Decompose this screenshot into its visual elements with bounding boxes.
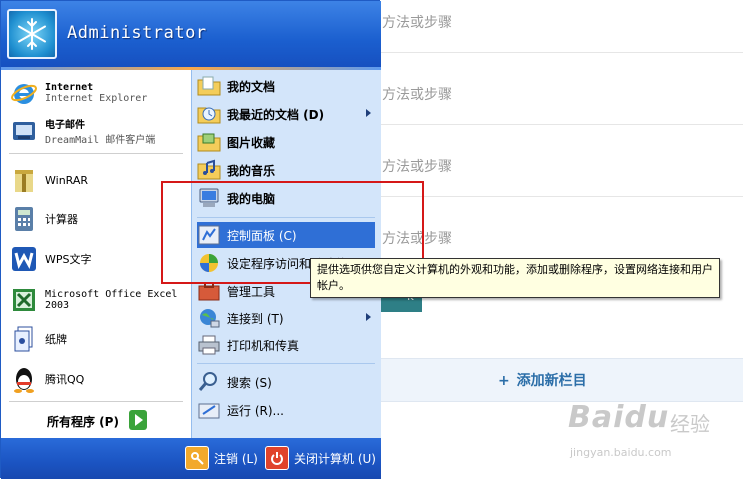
pinned-item-title: 电子邮件 [45, 120, 85, 131]
place-label: 图片收藏 [227, 135, 276, 150]
documents-folder-icon [197, 74, 221, 98]
recent-item-label: WinRAR [45, 173, 89, 187]
recent-documents-icon [197, 102, 221, 126]
pinned-separator [9, 153, 183, 154]
start-menu-footer: 注销 (L) 关闭计算机 (U) [1, 438, 381, 479]
pinned-item-subtitle: Internet Explorer [45, 93, 148, 104]
watermark-cn-text: 经验 [670, 412, 710, 436]
start-menu-header: Administrator [1, 1, 381, 67]
system-printers[interactable]: 打印机和传真 [197, 332, 375, 358]
run-icon [197, 398, 221, 422]
green-arrow-icon [129, 410, 147, 430]
qq-icon [9, 364, 39, 394]
recent-item-winrar[interactable]: WinRAR [9, 162, 88, 198]
add-section-button[interactable]: + 添加新栏目 [498, 370, 587, 390]
action-label: 搜索 (S) [227, 375, 272, 390]
all-programs-button[interactable]: 所有程序 (P) [47, 413, 119, 430]
avatar[interactable] [7, 9, 57, 59]
system-label: 连接到 (T) [227, 311, 284, 326]
winrar-icon [9, 165, 39, 195]
action-label: 运行 (R)... [227, 403, 284, 418]
system-label: 管理工具 [227, 284, 276, 299]
recent-item-qq[interactable]: 腾讯QQ [9, 361, 84, 397]
pinned-item-email[interactable]: 电子邮件 DreamMail 邮件客户端 [9, 113, 155, 149]
baidu-watermark: Baidu 经验 jingyan.baidu.com [568, 398, 740, 468]
email-icon [9, 116, 39, 146]
place-music[interactable]: 我的音乐 [197, 157, 375, 183]
shutdown-button[interactable]: 关闭计算机 (U) [265, 446, 376, 470]
snowflake-icon [18, 18, 46, 50]
add-section-bar[interactable]: + 添加新栏目 [380, 358, 743, 402]
search-icon [197, 370, 221, 394]
shutdown-label: 关闭计算机 (U) [294, 451, 376, 466]
user-name: Administrator [67, 23, 207, 43]
recent-item-label: 计算器 [45, 213, 78, 226]
add-section-label: 添加新栏目 [516, 373, 587, 389]
wps-icon [9, 244, 39, 274]
submenu-arrow-icon [366, 313, 371, 321]
recent-item-label: WPS文字 [45, 253, 92, 266]
step-heading: 方法或步骤 [382, 87, 452, 103]
system-connect-to[interactable]: 连接到 (T) [197, 305, 375, 331]
logoff-button[interactable]: 注销 (L) [185, 446, 258, 470]
step-heading: 方法或步骤 [382, 15, 452, 31]
connect-to-icon [197, 306, 221, 330]
submenu-arrow-icon [366, 109, 371, 117]
divider [380, 124, 743, 125]
place-label: 我的文档 [227, 79, 276, 94]
action-search[interactable]: 搜索 (S) [197, 369, 375, 395]
action-run[interactable]: 运行 (R)... [197, 397, 375, 423]
recent-item-label: Microsoft Office Excel 2003 [45, 289, 178, 311]
internet-explorer-icon [9, 78, 39, 108]
step-heading: 方法或步骤 [382, 159, 452, 175]
place-label: 我的音乐 [227, 163, 276, 178]
place-my-documents[interactable]: 我的文档 [197, 73, 375, 99]
recent-item-label: 腾讯QQ [45, 373, 85, 386]
power-icon [265, 446, 289, 470]
all-programs-separator [9, 401, 183, 402]
pinned-item-subtitle: DreamMail 邮件客户端 [45, 135, 156, 146]
pinned-item-title: Internet [45, 82, 94, 93]
place-label: 我最近的文档 (D) [227, 107, 325, 122]
pinned-item-internet[interactable]: Internet Internet Explorer [9, 75, 147, 111]
recent-item-wps[interactable]: WPS文字 [9, 241, 92, 277]
watermark-logo-text: Baidu [568, 400, 670, 435]
logoff-label: 注销 (L) [214, 451, 258, 466]
place-recent-documents[interactable]: 我最近的文档 (D) [197, 101, 375, 127]
printer-icon [197, 333, 221, 357]
key-icon [185, 446, 209, 470]
place-pictures[interactable]: 图片收藏 [197, 129, 375, 155]
system-label: 打印机和传真 [227, 338, 300, 353]
recent-item-solitaire[interactable]: 纸牌 [9, 321, 67, 357]
recent-item-excel[interactable]: Microsoft Office Excel 2003 [9, 282, 187, 318]
watermark-url: jingyan.baidu.com [570, 446, 672, 459]
actions-separator [197, 363, 375, 364]
recent-item-label: 纸牌 [45, 333, 67, 346]
control-panel-tooltip: 提供选项供您自定义计算机的外观和功能，添加或删除程序，设置网络连接和用户帐户。 [310, 258, 720, 298]
plus-icon: + [498, 373, 510, 389]
pictures-folder-icon [197, 130, 221, 154]
divider [380, 196, 743, 197]
divider [380, 52, 743, 53]
excel-icon [9, 285, 39, 315]
calculator-icon [9, 204, 39, 234]
music-folder-icon [197, 158, 221, 182]
solitaire-icon [9, 324, 39, 354]
recent-item-calculator[interactable]: 计算器 [9, 201, 78, 237]
